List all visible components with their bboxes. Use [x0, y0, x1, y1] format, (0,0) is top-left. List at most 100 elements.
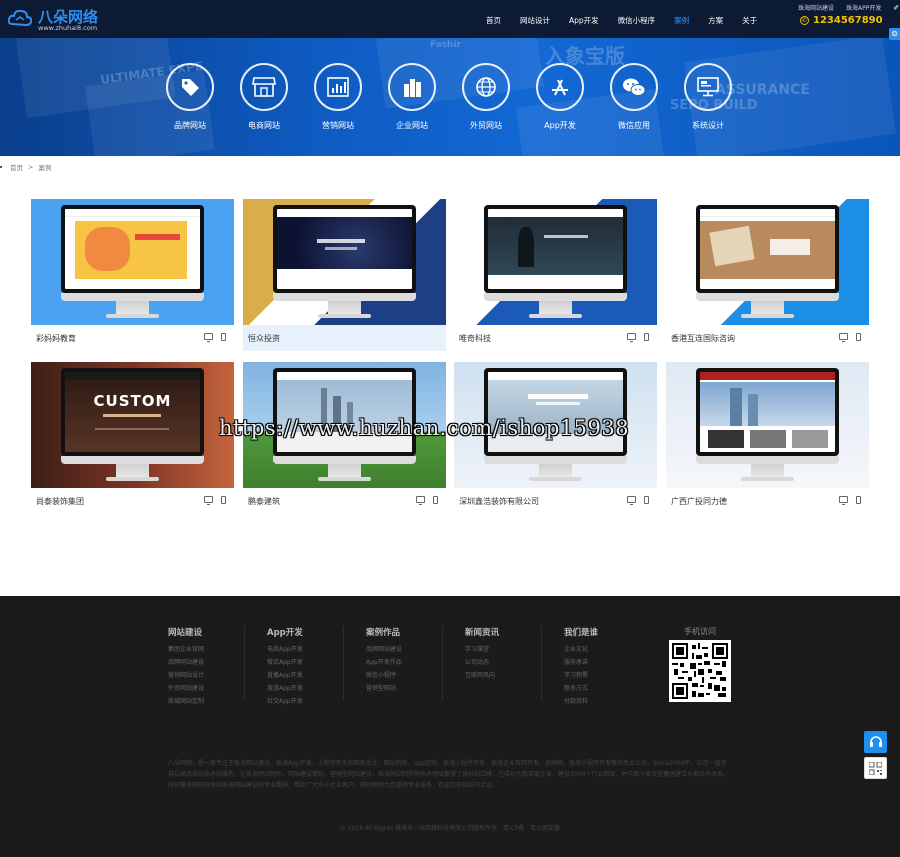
breadcrumb-dot	[0, 166, 2, 168]
monitor-mockup: CUSTOM	[61, 368, 204, 484]
desktop-icon	[627, 333, 636, 342]
side-service-tab[interactable]: ⊜	[889, 28, 900, 40]
mobile-icon	[221, 333, 226, 341]
case-card[interactable]: 恒众投资	[243, 199, 446, 351]
case-thumbnail: CUSTOM	[31, 362, 234, 488]
nav-about[interactable]: 关于	[734, 0, 765, 38]
mobile-icon	[644, 333, 649, 341]
category-system[interactable]: 系统设计	[671, 63, 745, 131]
category-ecommerce[interactable]: 电商网站	[227, 63, 301, 131]
case-title: 彩妈妈教育	[36, 334, 76, 343]
case-footer: 香港互连国际咨询	[666, 325, 869, 351]
footer-link[interactable]: 营销网站设计	[168, 669, 204, 682]
monitor-mockup	[484, 205, 627, 321]
wechat-icon	[610, 63, 658, 111]
footer-link[interactable]: 外贸网站建设	[168, 682, 204, 695]
footer-link[interactable]: 营销型网站	[366, 682, 402, 695]
globe-icon	[462, 63, 510, 111]
footer-divider	[343, 626, 344, 700]
phone-icon: ✆	[800, 16, 809, 25]
case-footer: 鹏泰建筑	[243, 488, 446, 514]
nav-mini-program[interactable]: 微信小程序	[610, 0, 664, 38]
footer-link[interactable]: 社交App开发	[267, 695, 303, 708]
copyright-text: © 2018 All Rights 珠海市八朵网络科技有限公司版权所有	[339, 825, 498, 832]
qr-icon	[869, 761, 882, 775]
monitor-mockup	[696, 205, 839, 321]
footer-link[interactable]: 互联网风向	[465, 669, 499, 682]
footer-link[interactable]: 微信小程序	[366, 669, 402, 682]
footer-link[interactable]: 餐饮App开发	[267, 656, 303, 669]
mobile-icon	[856, 496, 861, 504]
footer-link[interactable]: 品牌网站建设	[366, 643, 402, 656]
footer-link[interactable]: 旅游App开发	[267, 682, 303, 695]
phone-number: 1234567890	[813, 15, 883, 26]
footer-column-news: 新闻资讯 学习课堂 公司动态 互联网风向	[465, 626, 499, 682]
footer-divider	[442, 626, 443, 700]
shop-icon	[240, 63, 288, 111]
footer-link[interactable]: 服务承诺	[564, 656, 598, 669]
footer-link[interactable]: App开发作品	[366, 656, 402, 669]
case-thumbnail	[666, 362, 869, 488]
case-card[interactable]: CUSTOM 尚泰装饰集团	[31, 362, 234, 514]
category-list: 品牌网站 电商网站 营销网站 企业网站 外贸网站 App开发 微信应用 系统设计	[0, 63, 900, 153]
screen-heading: CUSTOM	[93, 392, 172, 410]
footer-link[interactable]: 付款资料	[564, 695, 598, 708]
monitor-mockup	[61, 205, 204, 321]
footer-link[interactable]: 学习积累	[564, 669, 598, 682]
case-card[interactable]: 广西广投同力德	[666, 362, 869, 514]
case-title: 尚泰装饰集团	[36, 497, 84, 506]
top-link-app[interactable]: 珠海APP开发	[846, 3, 881, 12]
pin-icon[interactable]: ✐	[893, 4, 899, 12]
footer-link[interactable]: 商城网站定制	[168, 695, 204, 708]
mobile-icon	[433, 496, 438, 504]
case-title: 深圳鑫浩装饰有限公司	[459, 497, 539, 506]
footer-description: 八朵网络，是一家专注于珠海网站建设、珠海App开发、小程序开发和网页设计、网站制…	[168, 760, 730, 789]
category-wechat[interactable]: 微信应用	[597, 63, 671, 131]
footer-divider	[541, 626, 542, 700]
logo[interactable]: 八朵网络 www.zhuhai8.com	[8, 4, 108, 34]
footer-divider	[244, 626, 245, 700]
case-thumbnail	[666, 199, 869, 325]
breadcrumb: 首页 > 案例	[0, 162, 51, 172]
monitor-icon	[684, 63, 732, 111]
breadcrumb-separator: >	[28, 163, 34, 171]
footer-link[interactable]: 联系方式	[564, 682, 598, 695]
case-thumbnail	[243, 199, 446, 325]
nav-home[interactable]: 首页	[478, 0, 509, 38]
site-header: 八朵网络 www.zhuhai8.com 首页 网站设计 App开发 微信小程序…	[0, 0, 900, 38]
nav-cases[interactable]: 案例	[666, 0, 697, 38]
footer-link[interactable]: 公司动态	[465, 656, 499, 669]
footer-link[interactable]: 电商App开发	[267, 643, 303, 656]
breadcrumb-home[interactable]: 首页	[10, 162, 23, 172]
footer-link[interactable]: 学习课堂	[465, 643, 499, 656]
footer-link[interactable]: 集团企业官网	[168, 643, 204, 656]
appstore-icon	[536, 63, 584, 111]
case-card[interactable]: 彩妈妈教育	[31, 199, 234, 351]
mobile-icon	[221, 496, 226, 504]
category-brand[interactable]: 品牌网站	[153, 63, 227, 131]
case-title: 广西广投同力德	[671, 497, 727, 506]
case-card[interactable]: 唯奇科技	[454, 199, 657, 351]
customer-service-button[interactable]	[864, 731, 887, 753]
top-link-web[interactable]: 珠海网站建设	[798, 3, 834, 12]
case-card[interactable]: 香港互连国际咨询	[666, 199, 869, 351]
footer-link[interactable]: 品牌网站建设	[168, 656, 204, 669]
nav-app-dev[interactable]: App开发	[561, 0, 607, 38]
qr-float-button[interactable]	[864, 757, 887, 779]
cloud-logo-icon	[8, 9, 32, 27]
tag-icon	[166, 63, 214, 111]
record-link[interactable]: 粤公网安备	[530, 825, 560, 832]
footer-column-web: 网站建设 集团企业官网 品牌网站建设 营销网站设计 外贸网站建设 商城网站定制	[168, 626, 204, 708]
category-app[interactable]: App开发	[523, 63, 597, 131]
nav-solutions[interactable]: 方案	[700, 0, 731, 38]
desktop-icon	[204, 496, 213, 505]
icp-link[interactable]: 粤ICP备	[503, 825, 525, 832]
category-foreign-trade[interactable]: 外贸网站	[449, 63, 523, 131]
desktop-icon	[839, 496, 848, 505]
case-thumbnail	[454, 199, 657, 325]
footer-link[interactable]: 企业文化	[564, 643, 598, 656]
footer-link[interactable]: 直播App开发	[267, 669, 303, 682]
category-enterprise[interactable]: 企业网站	[375, 63, 449, 131]
category-marketing[interactable]: 营销网站	[301, 63, 375, 131]
nav-web-design[interactable]: 网站设计	[512, 0, 558, 38]
